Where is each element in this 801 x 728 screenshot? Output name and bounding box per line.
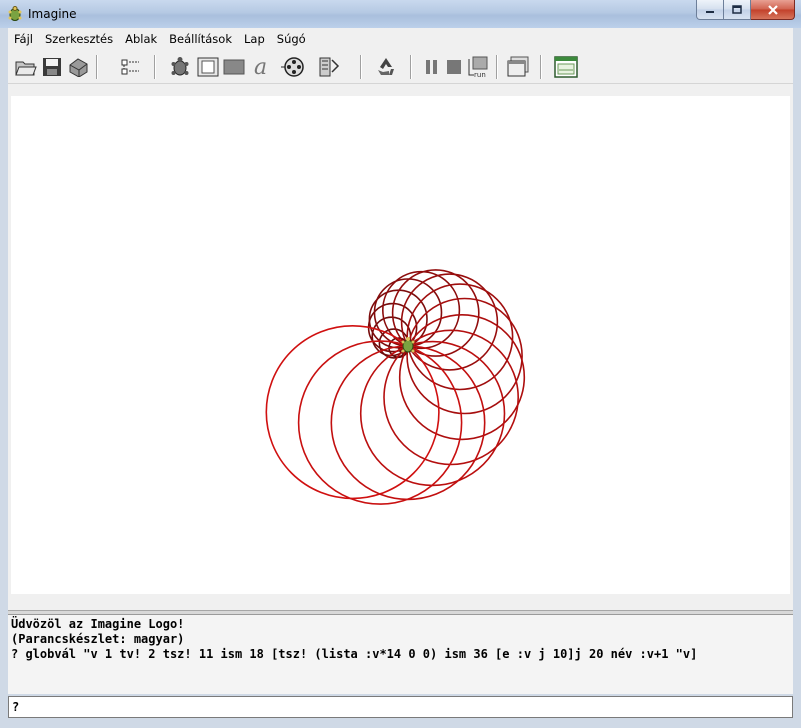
panel-button[interactable]: [554, 55, 578, 79]
menu-edit[interactable]: Szerkesztés: [39, 32, 119, 46]
window-button[interactable]: [506, 55, 530, 79]
maximize-icon: [732, 4, 742, 14]
print-button[interactable]: [66, 55, 90, 79]
drawn-circle: [359, 340, 506, 487]
console-line: (Parancskészlet: magyar): [11, 632, 185, 646]
media-button[interactable]: [280, 55, 304, 79]
menu-bar: Fájl Szerkesztés Ablak Beállítások Lap S…: [0, 28, 801, 50]
pen-icon: [319, 57, 340, 77]
page-area: [8, 84, 793, 614]
window-icon: [507, 56, 529, 77]
pause-button[interactable]: [420, 55, 444, 79]
recycle-icon: [378, 58, 394, 75]
recycle-button[interactable]: [374, 55, 398, 79]
run-icon: run: [468, 56, 488, 78]
frame-icon: [197, 57, 219, 77]
toolbar-separator: [360, 55, 362, 79]
window-bottom-border: [0, 718, 801, 728]
text-button[interactable]: a: [250, 55, 274, 79]
window-title: Imagine: [28, 7, 77, 21]
toolbar-separator: [96, 55, 98, 79]
drawing-canvas[interactable]: [11, 96, 790, 594]
console-line: Üdvözöl az Imagine Logo!: [11, 617, 185, 631]
filled-rect-icon: [223, 59, 245, 75]
svg-text:a: a: [254, 56, 267, 78]
menu-page[interactable]: Lap: [238, 32, 271, 46]
command-history: Üdvözöl az Imagine Logo! (Parancskészlet:…: [8, 614, 793, 694]
panel-icon: [554, 56, 578, 78]
toolbar-separator: [410, 55, 412, 79]
page-list-button[interactable]: [118, 55, 142, 79]
pause-icon: [426, 60, 437, 74]
stop-button[interactable]: [442, 55, 466, 79]
title-bar: Imagine: [0, 0, 801, 29]
turtle-drawing: [265, 269, 526, 505]
close-icon: [767, 4, 778, 15]
menu-window[interactable]: Ablak: [119, 32, 163, 46]
frame-button[interactable]: [196, 55, 220, 79]
print-icon: [69, 58, 88, 77]
page-list-icon: [121, 59, 139, 75]
run-button[interactable]: run: [466, 55, 490, 79]
save-disk-icon: [43, 58, 61, 76]
maximize-button[interactable]: [724, 0, 751, 20]
new-turtle-button[interactable]: [168, 55, 192, 79]
window-controls: [696, 0, 795, 20]
open-button[interactable]: [14, 55, 38, 79]
close-button[interactable]: [751, 0, 795, 20]
text-a-icon: a: [254, 56, 267, 78]
turtle-icon: [171, 57, 189, 76]
menu-help[interactable]: Súgó: [271, 32, 312, 46]
toolbar-separator: [154, 55, 156, 79]
filled-rect-button[interactable]: [222, 55, 246, 79]
open-folder-icon: [15, 61, 37, 76]
minimize-button[interactable]: [696, 0, 724, 20]
app-turtle-icon: [7, 6, 23, 22]
command-input[interactable]: ?: [8, 696, 793, 718]
toolbar-separator: [496, 55, 498, 79]
menu-settings[interactable]: Beállítások: [163, 32, 238, 46]
save-button[interactable]: [40, 55, 64, 79]
toolbar: a run: [8, 50, 793, 84]
pen-button[interactable]: [318, 55, 342, 79]
stop-icon: [447, 60, 461, 74]
toolbar-separator: [540, 55, 542, 79]
minimize-icon: [706, 10, 714, 13]
console-line: ? globvál "v 1 tv! 2 tsz! 11 ism 18 [tsz…: [11, 647, 698, 661]
svg-text:run: run: [474, 71, 486, 78]
menu-file[interactable]: Fájl: [8, 32, 39, 46]
film-reel-icon: [281, 57, 304, 77]
